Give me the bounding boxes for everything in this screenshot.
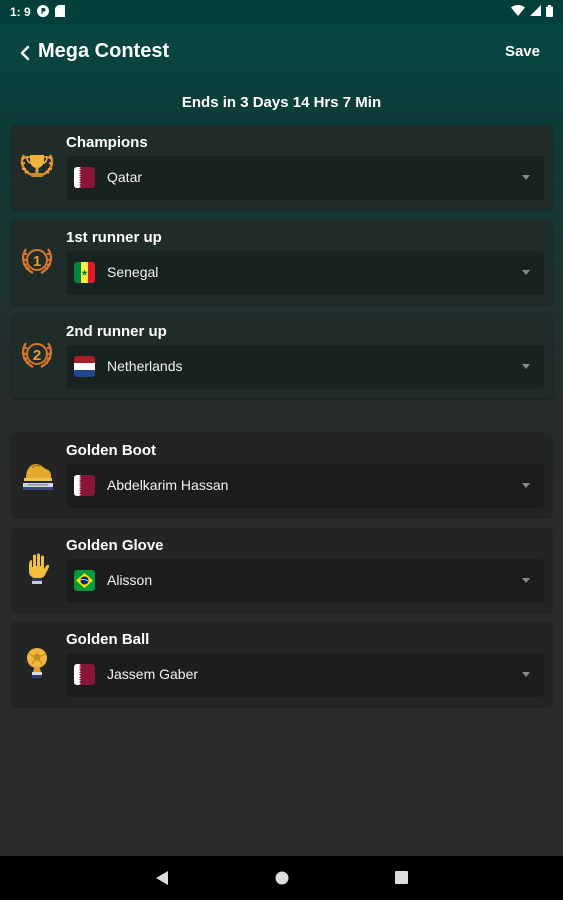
selected-value: Qatar — [107, 169, 143, 185]
system-nav-bar — [0, 856, 563, 900]
award-card-golden-glove: Golden Glove Alisson — [12, 528, 552, 612]
card-title: Golden Glove — [66, 537, 164, 554]
app-bar: Mega Contest Save — [0, 28, 563, 78]
laurel-1-icon: 1 — [18, 242, 56, 282]
golden-ball-select[interactable]: Jassem Gaber — [66, 653, 544, 697]
golden-ball-icon — [18, 644, 56, 684]
card-title: 2nd runner up — [66, 323, 167, 340]
selected-value: Netherlands — [107, 358, 183, 374]
brazil-flag-icon — [74, 570, 95, 591]
svg-text:1: 1 — [33, 253, 41, 270]
selected-value: Jassem Gaber — [107, 666, 199, 682]
selected-value: Abdelkarim Hassan — [107, 477, 229, 493]
dropdown-arrow-icon — [522, 483, 530, 488]
trophy-icon — [18, 147, 56, 187]
battery-icon — [546, 4, 553, 20]
wifi-icon — [511, 4, 525, 19]
card-title: Golden Ball — [66, 631, 150, 648]
selected-value: Senegal — [107, 264, 159, 280]
chevron-left-icon — [20, 45, 30, 61]
status-time: 1: 9 — [10, 5, 31, 19]
prediction-card-second-runner-up: 2 2nd runner up Netherlands — [12, 314, 552, 398]
second-runner-up-select[interactable]: Netherlands — [66, 345, 544, 389]
card-title: Golden Boot — [66, 442, 156, 459]
golden-boot-select[interactable]: Abdelkarim Hassan — [66, 464, 544, 508]
save-button[interactable]: Save — [505, 43, 540, 60]
card-title: 1st runner up — [66, 229, 162, 246]
card-title: Champions — [66, 134, 148, 151]
signal-icon: x — [530, 5, 541, 19]
selected-value: Alisson — [107, 572, 153, 588]
senegal-flag-icon — [74, 262, 95, 283]
golden-glove-icon — [18, 550, 56, 590]
qatar-flag-icon — [74, 167, 95, 188]
dropdown-arrow-icon — [522, 672, 530, 677]
first-runner-up-select[interactable]: Senegal — [66, 251, 544, 295]
champion-select[interactable]: Qatar — [66, 156, 544, 200]
p-circle-icon — [36, 4, 49, 20]
golden-boot-icon — [18, 455, 56, 495]
qatar-flag-icon — [74, 664, 95, 685]
home-circle-icon[interactable] — [275, 871, 289, 890]
recents-square-icon[interactable] — [395, 871, 408, 889]
status-bar: 1: 9 x — [0, 0, 563, 24]
back-triangle-icon[interactable] — [155, 870, 169, 891]
svg-text:x: x — [531, 7, 535, 14]
dropdown-arrow-icon — [522, 578, 530, 583]
page-title: Mega Contest — [38, 40, 170, 62]
sd-card-icon — [54, 4, 65, 20]
award-card-golden-ball: Golden Ball Jassem Gaber — [12, 622, 552, 706]
laurel-2-icon: 2 — [18, 336, 56, 376]
prediction-card-champions: Champions Qatar — [12, 125, 552, 209]
countdown-text: Ends in 3 Days 14 Hrs 7 Min — [181, 94, 382, 111]
back-button[interactable] — [16, 42, 34, 64]
dropdown-arrow-icon — [522, 364, 530, 369]
qatar-flag-icon — [74, 475, 95, 496]
netherlands-flag-icon — [74, 356, 95, 377]
golden-glove-select[interactable]: Alisson — [66, 559, 544, 603]
dropdown-arrow-icon — [522, 270, 530, 275]
award-card-golden-boot: Golden Boot Abdelkarim Hassan — [12, 433, 552, 517]
prediction-card-first-runner-up: 1 1st runner up Senegal — [12, 220, 552, 304]
dropdown-arrow-icon — [522, 175, 530, 180]
svg-text:2: 2 — [33, 347, 41, 364]
